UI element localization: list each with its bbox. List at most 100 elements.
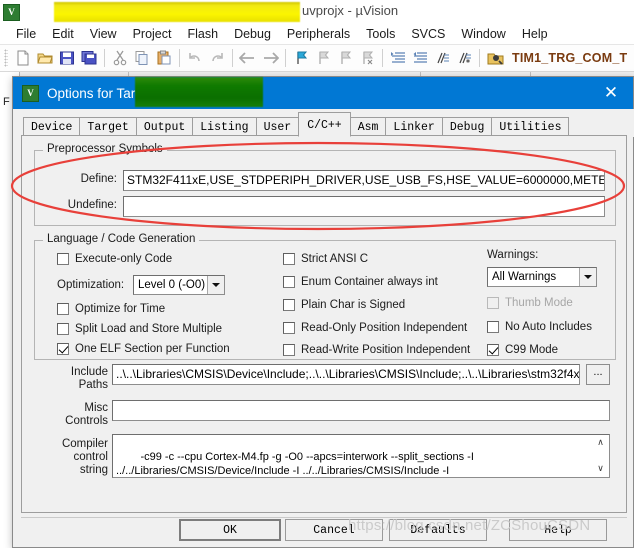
tab-user[interactable]: User <box>255 117 300 137</box>
checkbox-label: No Auto Includes <box>505 321 592 333</box>
menu-project[interactable]: Project <box>125 25 180 43</box>
undo-icon[interactable] <box>184 47 206 69</box>
checkbox-one-elf-section-per-function[interactable]: One ELF Section per Function <box>57 343 230 355</box>
menu-edit[interactable]: Edit <box>44 25 82 43</box>
cut-icon[interactable] <box>109 47 131 69</box>
checkbox-strict-ansi-c[interactable]: Strict ANSI C <box>283 253 368 265</box>
checkbox-box <box>283 253 295 265</box>
bookmark-toggle-icon[interactable] <box>290 47 312 69</box>
toolbar-separator <box>479 49 480 67</box>
copy-icon[interactable] <box>131 47 153 69</box>
checkbox-optimize-for-time[interactable]: Optimize for Time <box>57 303 165 315</box>
checkbox-label: Execute-only Code <box>75 253 173 265</box>
close-icon[interactable]: ✕ <box>589 77 633 109</box>
dialog-title-bar[interactable]: V Options for Target ✕ <box>13 77 633 109</box>
checkbox-label: Plain Char is Signed <box>301 299 406 311</box>
ide-menu-bar: File Edit View Project Flash Debug Perip… <box>0 24 634 44</box>
chevron-down-icon[interactable] <box>579 268 596 286</box>
scroll-up-icon[interactable]: ∧ <box>593 436 608 450</box>
checkbox-read-write-position-independent[interactable]: Read-Write Position Independent <box>283 344 470 356</box>
checkbox-thumb-mode: Thumb Mode <box>487 297 573 309</box>
paste-icon[interactable] <box>153 47 175 69</box>
menu-tools[interactable]: Tools <box>358 25 403 43</box>
tab-utilities[interactable]: Utilities <box>491 117 570 137</box>
menu-file[interactable]: File <box>8 25 44 43</box>
menu-view[interactable]: View <box>82 25 125 43</box>
checkbox-no-auto-includes[interactable]: No Auto Includes <box>487 321 592 333</box>
toolbar-separator <box>285 49 286 67</box>
open-folder-icon[interactable] <box>34 47 56 69</box>
misc-controls-input[interactable] <box>112 400 610 421</box>
language-code-generation-title: Language / Code Generation <box>43 233 200 245</box>
bookmark-prev-icon[interactable] <box>312 47 334 69</box>
language-code-generation-group: Language / Code Generation Execute-only … <box>34 233 616 360</box>
tab-linker[interactable]: Linker <box>385 117 443 137</box>
scroll-down-icon[interactable]: ∨ <box>593 462 608 476</box>
bookmark-clear-icon[interactable] <box>356 47 378 69</box>
toolbar-separator <box>382 49 383 67</box>
define-input[interactable]: STM32F411xE,USE_STDPERIPH_DRIVER,USE_USB… <box>123 170 605 191</box>
new-file-icon[interactable] <box>12 47 34 69</box>
ok-button[interactable]: OK <box>179 519 281 541</box>
compiler-control-string-area[interactable]: -c99 -c --cpu Cortex-M4.fp -g -O0 --apcs… <box>112 434 610 478</box>
checkbox-box <box>57 343 69 355</box>
warnings-select[interactable]: All Warnings <box>487 267 597 287</box>
optimization-value: Level 0 (-O0) <box>138 279 206 291</box>
warnings-label: Warnings: <box>487 249 539 261</box>
chevron-down-icon[interactable] <box>207 276 224 294</box>
menu-flash[interactable]: Flash <box>179 25 226 43</box>
tab-listing[interactable]: Listing <box>192 117 257 137</box>
save-all-icon[interactable] <box>78 47 100 69</box>
outdent-icon[interactable] <box>409 47 431 69</box>
checkbox-split-load-and-store-multiple[interactable]: Split Load and Store Multiple <box>57 323 222 335</box>
tab-output[interactable]: Output <box>135 117 194 137</box>
target-options-icon[interactable] <box>484 47 506 69</box>
include-paths-browse-button[interactable]: ... <box>586 364 610 385</box>
options-for-target-dialog: V Options for Target ✕ Device Target Out… <box>12 76 634 548</box>
checkbox-label: Enum Container always int <box>301 276 438 288</box>
bookmark-next-icon[interactable] <box>334 47 356 69</box>
checkbox-enum-container-always-int[interactable]: Enum Container always int <box>283 276 438 288</box>
save-icon[interactable] <box>56 47 78 69</box>
tab-device[interactable]: Device <box>23 117 81 137</box>
uvision-app-icon: V <box>3 3 20 21</box>
comment-icon[interactable] <box>431 47 453 69</box>
menu-help[interactable]: Help <box>514 25 556 43</box>
options-tab-strip: Device Target Output Listing User C/C++ … <box>13 109 634 137</box>
checkbox-execute-only-code[interactable]: Execute-only Code <box>57 253 172 265</box>
forward-icon[interactable] <box>259 47 281 69</box>
uvision-dialog-icon: V <box>22 84 39 102</box>
checkbox-label: Strict ANSI C <box>301 253 369 265</box>
checkbox-box <box>487 321 499 333</box>
uncomment-icon[interactable] <box>453 47 475 69</box>
redo-icon[interactable] <box>206 47 228 69</box>
back-icon[interactable] <box>237 47 259 69</box>
compiler-control-string-label-line2: control <box>73 451 108 463</box>
checkbox-label: Thumb Mode <box>505 297 573 309</box>
undefine-label: Undefine: <box>67 199 117 211</box>
checkbox-c99-mode[interactable]: C99 Mode <box>487 344 558 356</box>
checkbox-plain-char-is-signed[interactable]: Plain Char is Signed <box>283 299 405 311</box>
include-paths-input[interactable]: ..\..\Libraries\CMSIS\Device\Include;..\… <box>112 364 580 385</box>
project-panel-label: F <box>3 96 10 108</box>
checkbox-label: Read-Only Position Independent <box>301 322 468 334</box>
menu-svcs[interactable]: SVCS <box>403 25 453 43</box>
menu-window[interactable]: Window <box>453 25 513 43</box>
tab-debug[interactable]: Debug <box>441 117 493 137</box>
tab-c-cpp[interactable]: C/C++ <box>298 112 351 137</box>
compiler-control-scroll[interactable]: ∧ ∨ <box>593 436 608 476</box>
menu-debug[interactable]: Debug <box>226 25 279 43</box>
checkbox-box <box>487 344 499 356</box>
toolbar-separator <box>104 49 105 67</box>
toolbar-grip[interactable] <box>4 49 8 67</box>
tab-asm[interactable]: Asm <box>349 117 387 137</box>
include-paths-label-line2: Paths <box>78 379 108 391</box>
indent-icon[interactable] <box>387 47 409 69</box>
watermark-text: https://blog.csdn.net/ZCShouCSDN <box>348 517 591 534</box>
optimization-select[interactable]: Level 0 (-O0) <box>133 275 225 295</box>
checkbox-read-only-position-independent[interactable]: Read-Only Position Independent <box>283 322 467 334</box>
menu-peripherals[interactable]: Peripherals <box>279 25 358 43</box>
undefine-input[interactable] <box>123 196 605 217</box>
tab-target[interactable]: Target <box>79 117 137 137</box>
checkbox-label: Read-Write Position Independent <box>301 344 471 356</box>
